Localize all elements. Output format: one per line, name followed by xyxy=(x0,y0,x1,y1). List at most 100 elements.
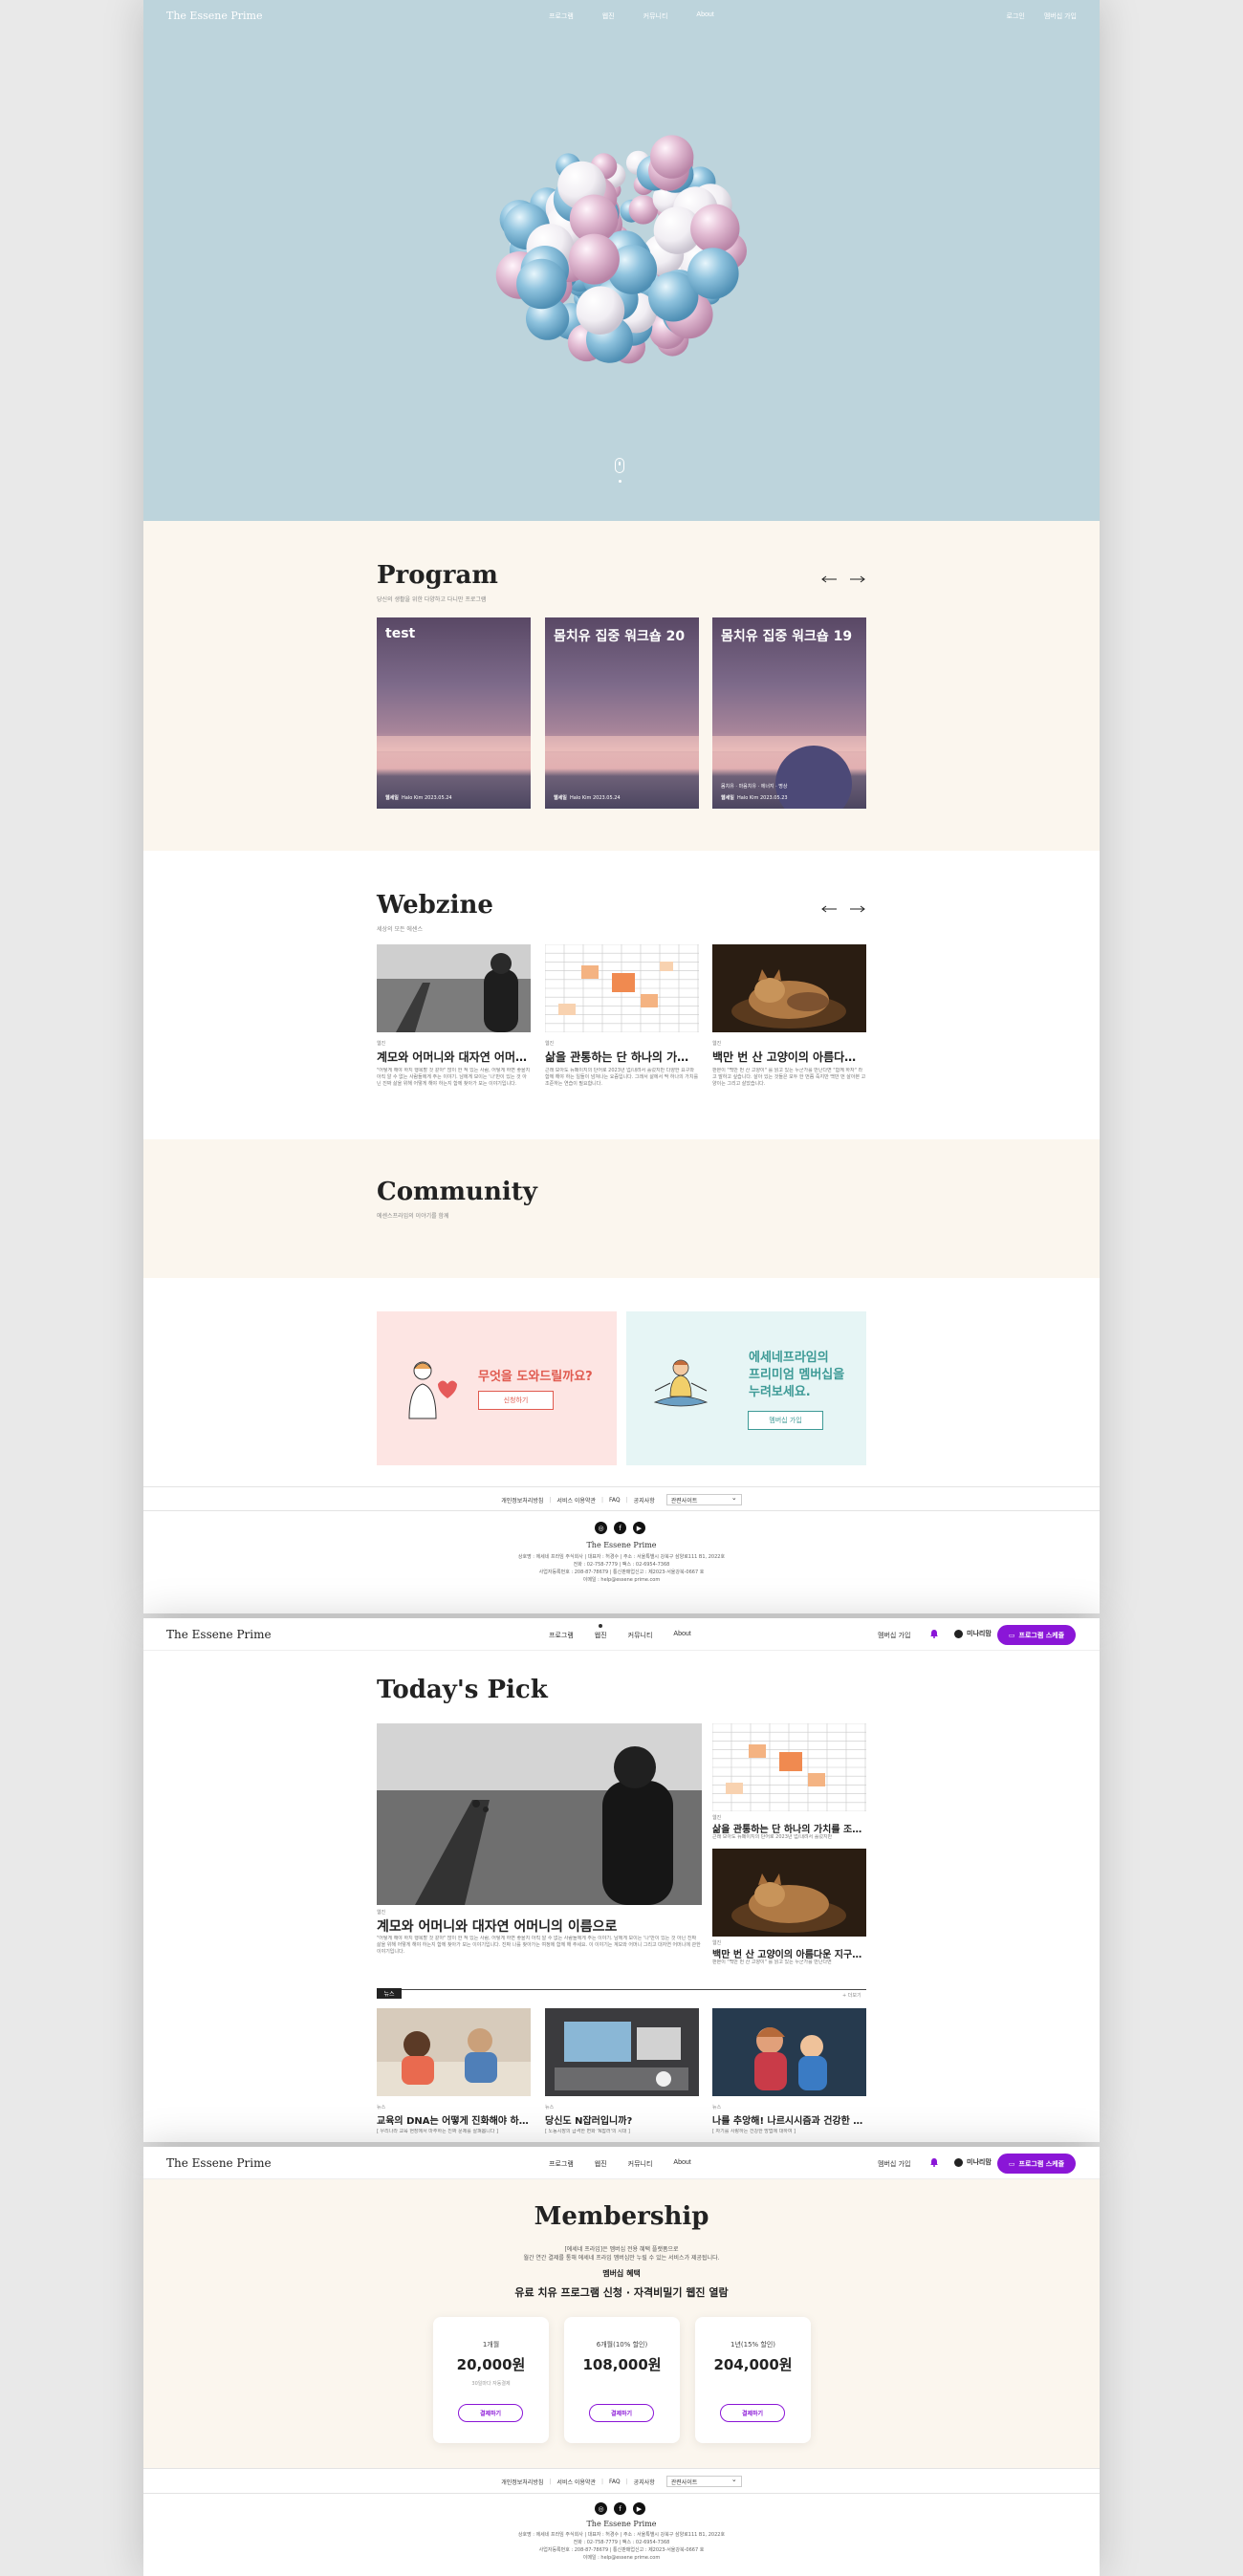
notice-link[interactable]: 공지사항 xyxy=(634,1496,655,1504)
join-link[interactable]: 멤버십 가입 xyxy=(1044,11,1077,21)
related-site-select[interactable]: 관련사이트 xyxy=(665,1494,742,1505)
webzine-section: Webzine 세상의 모든 에센스 웹진 계모와 어머니와 대자연 어머니의 … xyxy=(143,851,1100,1139)
privacy-link[interactable]: 개인정보처리방침 xyxy=(501,1496,543,1504)
nav-item-program[interactable]: 프로그램 xyxy=(549,11,574,21)
footer-links: 개인정보처리방침 | 서비스 이용약관 | FAQ | 공지사항 관련사이트 xyxy=(143,1494,1100,1505)
community-title: Community xyxy=(377,1178,537,1206)
company-info: 상호명 : 에세네 프라임 주식회사 | 대표자 : 허경수 | 주소 : 서울… xyxy=(517,2532,726,2561)
card-title: 계모와 어머니와 대자연 어머니의 이름으로 xyxy=(377,1050,531,1064)
main-page-frame: The Essene Prime 프로그램 웹진 커뮤니티 About 로그인 … xyxy=(143,0,1100,1613)
arrow-left-icon[interactable] xyxy=(821,575,838,583)
youtube-icon[interactable]: ▶ xyxy=(633,2502,645,2515)
facebook-icon[interactable]: f xyxy=(614,2502,626,2515)
site-logo[interactable]: The Essene Prime xyxy=(166,2156,272,2170)
pier-photo xyxy=(377,944,531,1032)
site-header: The Essene Prime 프로그램 웹진 커뮤니티 About 멤버십 … xyxy=(143,2147,1100,2179)
nav-item-webzine[interactable]: 웹진 xyxy=(595,1624,607,1640)
nav-item-community[interactable]: 커뮤니티 xyxy=(628,1631,653,1640)
webzine-card[interactable]: 웹진 계모와 어머니와 대자연 어머니의 이름으로 "어떻게 해야 하지 행복할… xyxy=(377,944,531,1094)
social-links: ◎ f ▶ xyxy=(595,1522,645,1534)
instagram-icon[interactable]: ◎ xyxy=(595,1522,607,1534)
program-carousel-arrows xyxy=(821,575,865,583)
card-excerpt: "어떻게 해야 하지 행복할 것 같아" 많이 한 적 있는 사람, 어떻게 하… xyxy=(377,1068,531,1087)
program-schedule-button[interactable]: ▭ 프로그램 스케줄 xyxy=(997,2154,1076,2174)
site-logo[interactable]: The Essene Prime xyxy=(166,1628,272,1641)
nav-item-about[interactable]: About xyxy=(673,2159,690,2169)
privacy-link[interactable]: 개인정보처리방침 xyxy=(501,2478,543,2486)
card-excerpt: "어떻게 해야 하지 행복할 것 같아" 많이 한 적 있는 사람, 어떻게 하… xyxy=(377,1936,701,1955)
nav-item-webzine[interactable]: 웹진 xyxy=(602,11,615,21)
program-subtitle: 당신의 생활을 위한 다양하고 다니만 프로그램 xyxy=(377,596,487,603)
hero-section: The Essene Prime 프로그램 웹진 커뮤니티 About 로그인 … xyxy=(143,0,1100,521)
terms-link[interactable]: 서비스 이용약관 xyxy=(556,2478,596,2486)
site-logo[interactable]: The Essene Prime xyxy=(166,10,262,22)
webzine-title: Webzine xyxy=(377,891,493,920)
card-category: 웹진 xyxy=(377,1041,386,1047)
news-card[interactable]: 뉴스 당신도 N잡러입니까? [ 노동시장의 급격한 변화 'N잡러'의 시대 … xyxy=(545,2008,699,2136)
program-schedule-button[interactable]: ▭ 프로그램 스케줄 xyxy=(997,1625,1076,1645)
instagram-icon[interactable]: ◎ xyxy=(595,2502,607,2515)
program-title: Program xyxy=(377,561,498,590)
card-meta: 웹세일 Halo Kim 2023.05.23 xyxy=(721,795,788,801)
footer: 개인정보처리방침| 서비스 이용약관| FAQ| 공지사항 관련사이트 ◎ f … xyxy=(143,2468,1100,2576)
community-section: Community 에센스프라임의 이야기를 함께 xyxy=(143,1139,1100,1278)
login-link[interactable]: 로그인 xyxy=(1007,11,1025,21)
hero-menu: 프로그램 웹진 커뮤니티 About xyxy=(549,11,714,21)
nav-item-program[interactable]: 프로그램 xyxy=(549,1631,574,1640)
community-subtitle: 에센스프라임의 이야기를 함께 xyxy=(377,1213,449,1220)
news-card[interactable]: 뉴스 교육의 DNA는 어떻게 진화해야 하는가 [ 우리나라 교육 현장에서 … xyxy=(377,2008,531,2136)
help-banner-title: 무엇을 도와드릴까요? xyxy=(478,1370,593,1384)
card-thumbnail xyxy=(377,617,531,809)
card-title: 당신도 N잡러입니까? xyxy=(545,2116,633,2127)
pay-button[interactable]: 결제하기 xyxy=(589,2404,654,2422)
faq-link[interactable]: FAQ xyxy=(609,1497,621,1504)
notice-link[interactable]: 공지사항 xyxy=(634,2478,655,2486)
facebook-icon[interactable]: f xyxy=(614,1522,626,1534)
nav-item-about[interactable]: About xyxy=(696,11,713,21)
terms-link[interactable]: 서비스 이용약관 xyxy=(556,1496,596,1504)
desk-photo xyxy=(545,2008,699,2096)
membership-link[interactable]: 멤버십 가입 xyxy=(878,2159,910,2169)
pay-button[interactable]: 결제하기 xyxy=(458,2404,523,2422)
membership-join-button[interactable]: 멤버십 가입 xyxy=(748,1411,823,1430)
webzine-card[interactable]: 웹진 삶을 관통하는 단 하나의 가치를 조준하라 근래 보아도 뉴페이지의 단… xyxy=(544,943,699,1094)
card-excerpt: [ 자기를 사랑하는 건강한 방법에 대하여 ] xyxy=(712,2129,796,2134)
nav-item-community[interactable]: 커뮤니티 xyxy=(643,11,668,21)
bell-icon[interactable] xyxy=(929,1629,939,1638)
user-menu[interactable]: 미나리맘 xyxy=(954,2157,992,2167)
scroll-mouse-icon xyxy=(615,458,624,473)
webzine-carousel-arrows xyxy=(821,905,865,913)
program-card[interactable]: 몸치유 집중 워크숍 19 몸치유 · 마음치유 · 에너지 · 명상 웹세일 … xyxy=(712,617,866,809)
webzine-card[interactable]: 웹진 백만 번 산 고양이의 아름다운 지구 별 여행 판본이 "백만 번 산 … xyxy=(712,944,866,1094)
card-title: 몸치유 집중 워크숍 19 xyxy=(721,629,853,644)
youtube-icon[interactable]: ▶ xyxy=(633,1522,645,1534)
news-tab[interactable]: 뉴스 xyxy=(377,1988,402,1999)
membership-link[interactable]: 멤버십 가입 xyxy=(878,1631,910,1640)
card-excerpt: 근래 보아도 뉴페이지의 단어로 2023년 업/내려서 흘렀지만 xyxy=(712,1834,833,1840)
card-category: 뉴스 xyxy=(377,2105,386,2111)
bell-icon[interactable] xyxy=(929,2157,939,2167)
arrow-left-icon[interactable] xyxy=(821,905,838,913)
news-more-link[interactable]: + 더보기 xyxy=(842,1992,861,1999)
nav-item-about[interactable]: About xyxy=(673,1631,690,1640)
program-card[interactable]: test 웹세일 Halo Kim 2023.05.24 xyxy=(377,617,531,809)
main-menu: 프로그램 웹진 커뮤니티 About xyxy=(549,1624,691,1640)
pay-button[interactable]: 결제하기 xyxy=(720,2404,785,2422)
card-category: 웹진 xyxy=(377,1910,386,1916)
news-card[interactable]: 뉴스 나를 추앙해! 나르시시즘과 건강한 자기애 [ 자기를 사랑하는 건강한… xyxy=(712,2008,866,2136)
nav-item-webzine[interactable]: 웹진 xyxy=(595,2159,607,2169)
table-photo xyxy=(544,943,699,1033)
balloon-sphere-image xyxy=(495,135,747,364)
apply-button[interactable]: 신청하기 xyxy=(478,1391,554,1410)
nav-item-community[interactable]: 커뮤니티 xyxy=(628,2159,653,2169)
company-info: 상호명 : 에세네 프라임 주식회사 | 대표자 : 허경수 | 주소 : 서울… xyxy=(517,1554,726,1583)
faq-link[interactable]: FAQ xyxy=(609,2479,621,2485)
plan-price: 20,000원 xyxy=(456,2356,526,2373)
card-title: 삶을 관통하는 단 하나의 가치를 조준하라 xyxy=(545,1050,699,1064)
related-site-select[interactable]: 관련사이트 xyxy=(665,2476,742,2487)
arrow-right-icon[interactable] xyxy=(849,575,865,583)
program-card[interactable]: 몸치유 집중 워크숍 20 웹세일 Halo Kim 2023.05.24 xyxy=(545,617,699,809)
arrow-right-icon[interactable] xyxy=(849,905,865,913)
user-menu[interactable]: 미나리맘 xyxy=(954,1629,992,1638)
nav-item-program[interactable]: 프로그램 xyxy=(549,2159,574,2169)
